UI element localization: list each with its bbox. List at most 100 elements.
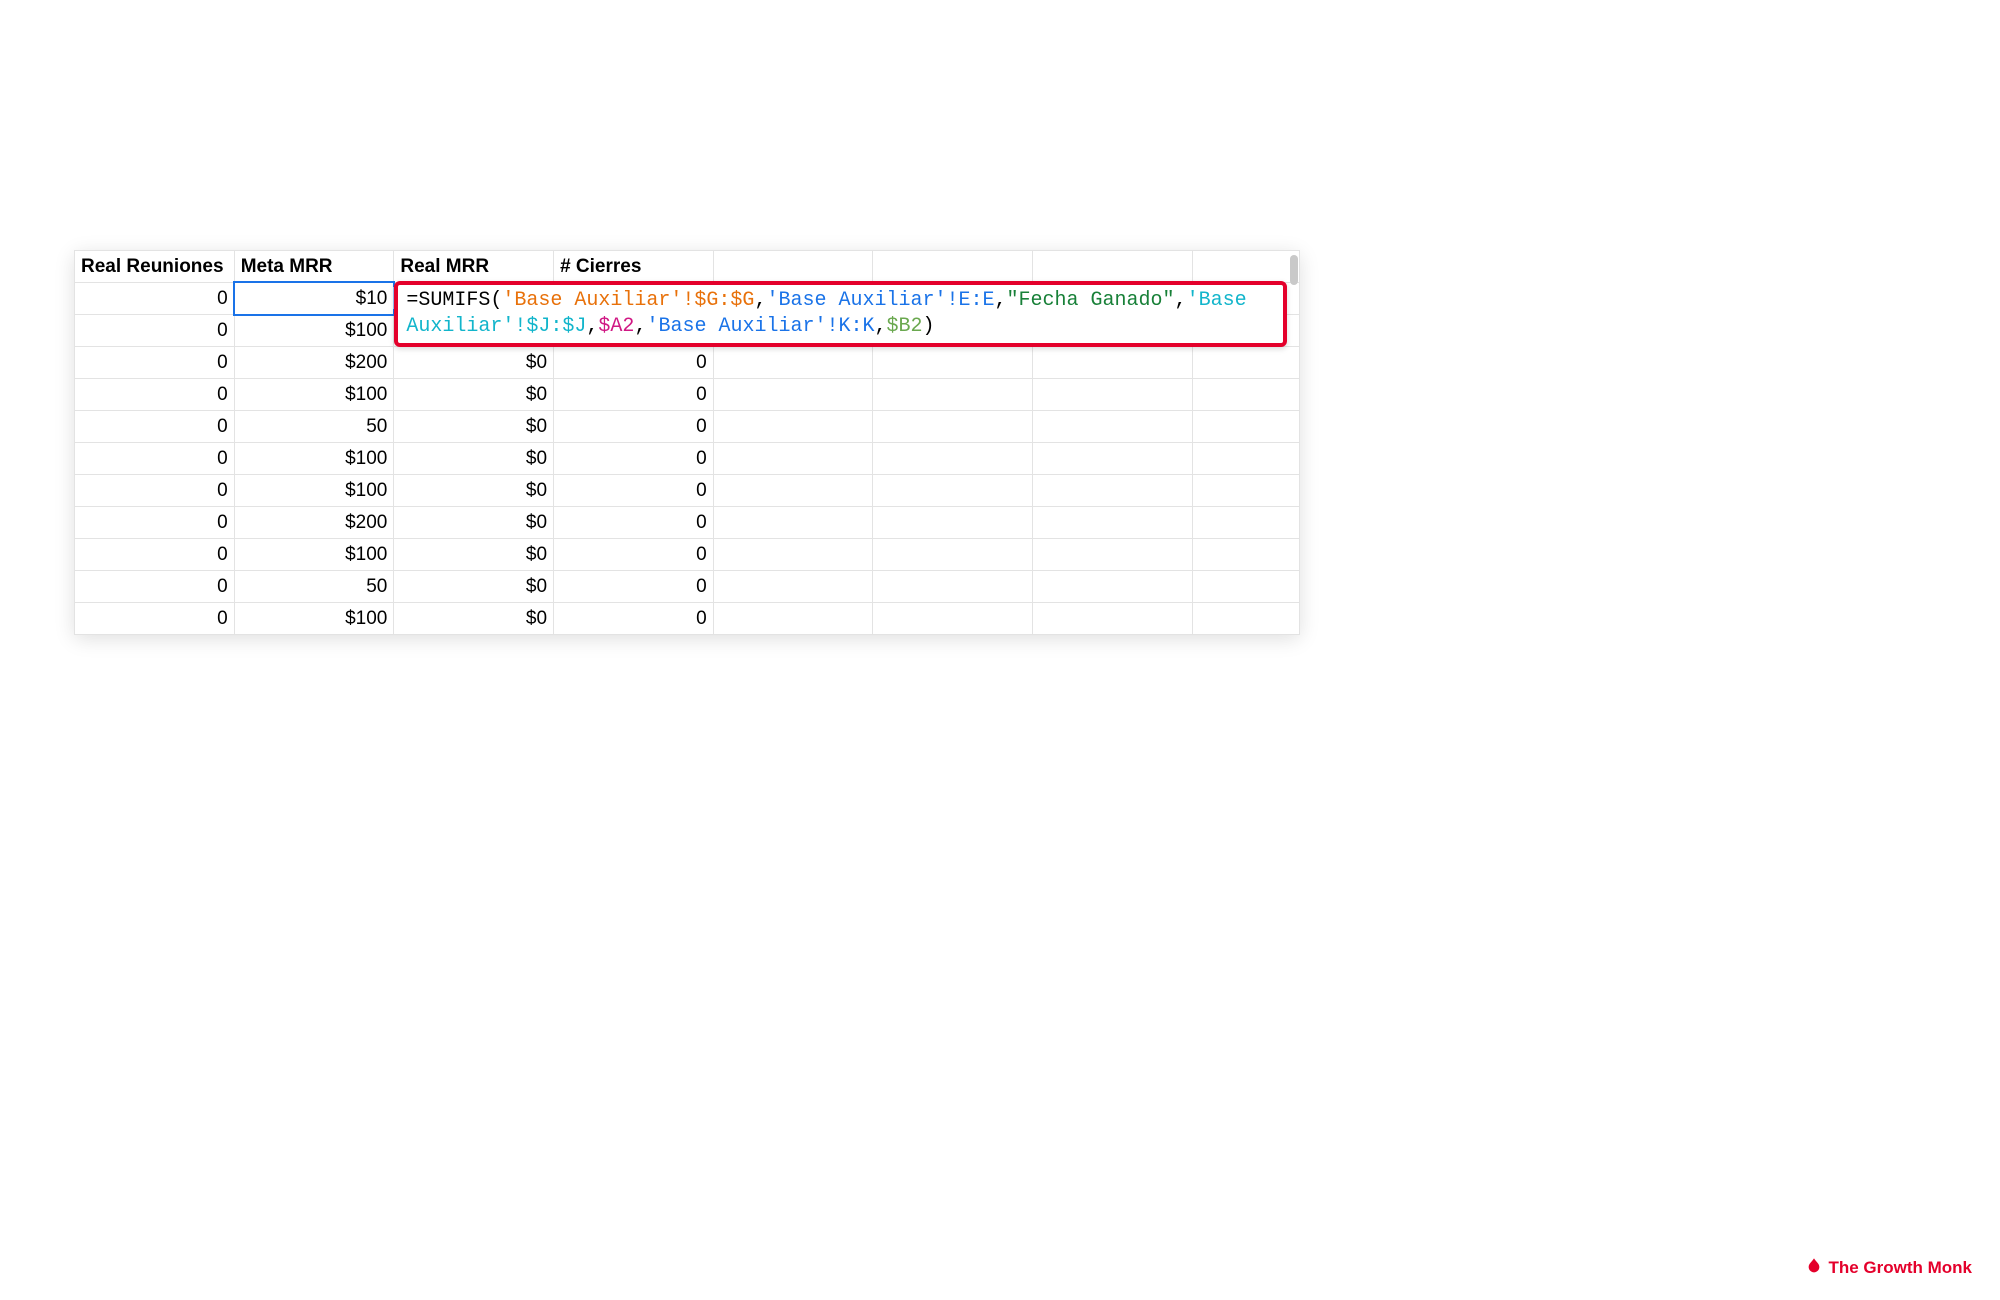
cell[interactable]: 0 [554, 379, 714, 411]
cell[interactable]: $100 [234, 539, 394, 571]
cell[interactable]: 50 [234, 571, 394, 603]
cell[interactable] [1192, 411, 1299, 443]
cell-formula-editing[interactable]: =SUMIFS('Base Auxiliar'!$G:$G,'Base Auxi… [394, 283, 554, 315]
cell[interactable]: $0 [394, 507, 554, 539]
cell[interactable]: $100 [234, 443, 394, 475]
cell[interactable] [713, 411, 873, 443]
formula-token: , [586, 315, 598, 338]
cell[interactable] [713, 507, 873, 539]
col-header-real-reuniones[interactable]: Real Reuniones [75, 251, 235, 283]
vertical-scrollbar[interactable] [1290, 255, 1298, 285]
cell[interactable] [1033, 379, 1193, 411]
cell[interactable] [1033, 411, 1193, 443]
cell[interactable] [1192, 539, 1299, 571]
cell[interactable]: 0 [75, 379, 235, 411]
table-row: 0 $10 ? =SUMIFS('Base Auxiliar'!$G:$G,'B… [75, 283, 1300, 315]
col-header-empty[interactable] [713, 251, 873, 283]
formula-token: "Fecha Ganado" [1007, 289, 1175, 312]
cell[interactable]: $0 [394, 475, 554, 507]
cell[interactable] [873, 475, 1033, 507]
cell[interactable]: 0 [75, 347, 235, 379]
cell[interactable] [1033, 603, 1193, 635]
cell[interactable]: 0 [554, 475, 714, 507]
cell[interactable]: 0 [75, 507, 235, 539]
table-row: 0 50 $0 0 [75, 571, 1300, 603]
cell[interactable]: 0 [75, 603, 235, 635]
cell[interactable] [1033, 507, 1193, 539]
cell[interactable] [713, 603, 873, 635]
cell[interactable] [1192, 379, 1299, 411]
cell[interactable]: 0 [75, 539, 235, 571]
cell[interactable]: $0 [394, 379, 554, 411]
formula-token: $B2 [887, 315, 923, 338]
cell[interactable]: 50 [234, 411, 394, 443]
cell-value: $10 [356, 288, 388, 309]
cell[interactable] [1033, 539, 1193, 571]
cell[interactable] [873, 411, 1033, 443]
cell[interactable]: 0 [554, 347, 714, 379]
cell[interactable]: 0 [554, 571, 714, 603]
cell[interactable] [1192, 603, 1299, 635]
cell[interactable] [873, 603, 1033, 635]
cell[interactable] [1033, 475, 1193, 507]
cell[interactable]: $100 [234, 475, 394, 507]
cell[interactable] [1192, 443, 1299, 475]
cell[interactable] [873, 507, 1033, 539]
cell[interactable]: 0 [554, 507, 714, 539]
cell[interactable] [873, 379, 1033, 411]
cell[interactable]: $100 [234, 315, 394, 347]
cell[interactable] [873, 347, 1033, 379]
cell[interactable] [1192, 507, 1299, 539]
cell[interactable] [1033, 571, 1193, 603]
cell[interactable]: $100 [234, 603, 394, 635]
cell[interactable] [713, 475, 873, 507]
cell[interactable]: 0 [75, 411, 235, 443]
cell[interactable]: $100 [234, 379, 394, 411]
cell[interactable]: $0 [394, 411, 554, 443]
cell[interactable]: 0 [554, 539, 714, 571]
cell[interactable]: 0 [554, 443, 714, 475]
cell[interactable]: $0 [394, 443, 554, 475]
cell[interactable]: $0 [394, 347, 554, 379]
cell[interactable] [1033, 443, 1193, 475]
cell[interactable] [873, 539, 1033, 571]
cell[interactable] [873, 571, 1033, 603]
cell[interactable] [713, 443, 873, 475]
cell[interactable] [713, 539, 873, 571]
brand-watermark: The Growth Monk [1806, 1257, 1972, 1278]
header-row: Real Reuniones Meta MRR Real MRR # Cierr… [75, 251, 1300, 283]
col-header-empty[interactable] [873, 251, 1033, 283]
col-header-meta-mrr[interactable]: Meta MRR [234, 251, 394, 283]
table-row: 0 $200 $0 0 [75, 347, 1300, 379]
cell[interactable]: $200 [234, 507, 394, 539]
col-header-real-mrr[interactable]: Real MRR [394, 251, 554, 283]
cell[interactable]: 0 [75, 315, 235, 347]
cell[interactable]: $0 [394, 539, 554, 571]
cell[interactable] [1033, 347, 1193, 379]
cell[interactable]: 0 [75, 475, 235, 507]
cell[interactable]: 0 [554, 603, 714, 635]
brand-icon [1806, 1257, 1822, 1278]
brand-text: The Growth Monk [1828, 1258, 1972, 1278]
cell[interactable] [713, 379, 873, 411]
cell[interactable] [713, 347, 873, 379]
formula-overlay[interactable]: =SUMIFS('Base Auxiliar'!$G:$G,'Base Auxi… [394, 281, 1287, 347]
cell[interactable]: 0 [554, 411, 714, 443]
cell[interactable]: 0 [75, 443, 235, 475]
cell-selected[interactable]: $10 ? [234, 283, 394, 315]
table-row: 0 50 $0 0 [75, 411, 1300, 443]
cell[interactable] [873, 443, 1033, 475]
cell[interactable]: 0 [75, 283, 235, 315]
col-header-cierres[interactable]: # Cierres [554, 251, 714, 283]
formula-token: , [1175, 289, 1187, 312]
col-header-empty[interactable] [1192, 251, 1299, 283]
cell[interactable] [1192, 571, 1299, 603]
cell[interactable]: 0 [75, 571, 235, 603]
col-header-empty[interactable] [1033, 251, 1193, 283]
cell[interactable]: $0 [394, 571, 554, 603]
cell[interactable]: $0 [394, 603, 554, 635]
cell[interactable] [713, 571, 873, 603]
cell[interactable] [1192, 347, 1299, 379]
cell[interactable]: $200 [234, 347, 394, 379]
cell[interactable] [1192, 475, 1299, 507]
